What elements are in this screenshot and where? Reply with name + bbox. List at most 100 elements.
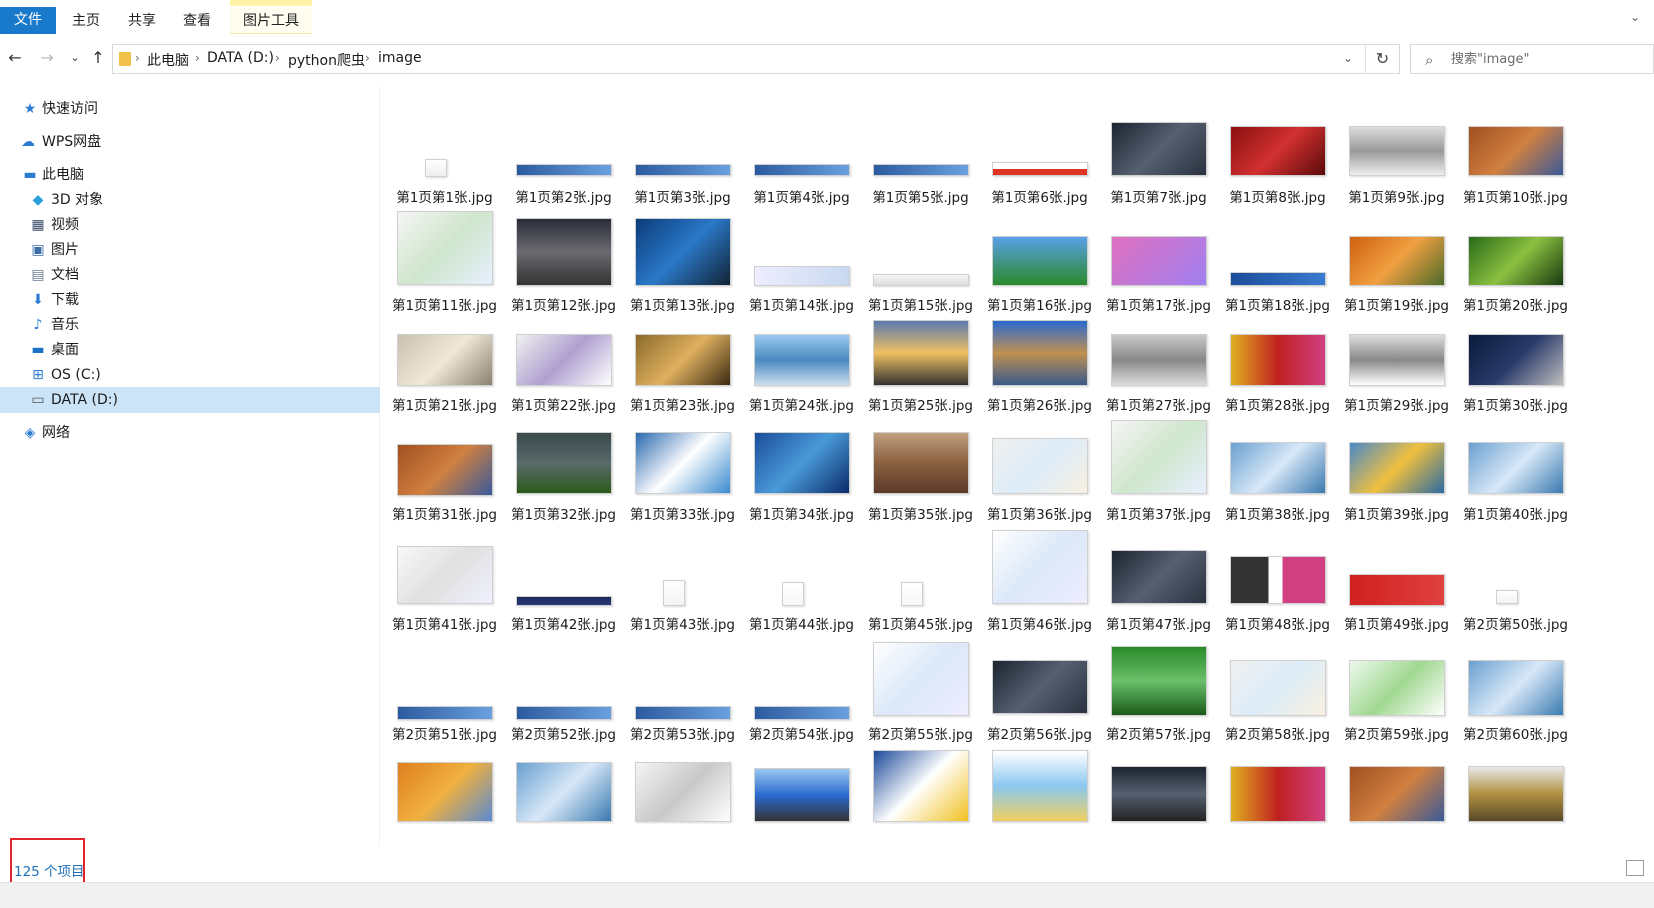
file-name[interactable]: 第1页第38张.jpg bbox=[1215, 503, 1340, 523]
file-name[interactable]: 第2页第52张.jpg bbox=[501, 723, 626, 743]
tab-file[interactable]: 文件 bbox=[0, 7, 56, 34]
recent-locations-chevron-icon[interactable]: ⌄ bbox=[66, 49, 84, 67]
file-thumbnail[interactable] bbox=[782, 582, 804, 606]
file-thumbnail[interactable] bbox=[992, 438, 1088, 494]
file-name[interactable]: 第1页第3张.jpg bbox=[620, 186, 745, 206]
file-thumbnail[interactable] bbox=[1111, 122, 1207, 176]
file-name[interactable]: 第1页第5张.jpg bbox=[858, 186, 983, 206]
file-thumbnail[interactable] bbox=[873, 432, 969, 494]
file-thumbnail[interactable] bbox=[873, 274, 969, 286]
file-thumbnail[interactable] bbox=[1111, 334, 1207, 386]
file-name[interactable]: 第1页第33张.jpg bbox=[620, 503, 745, 523]
address-dropdown-chevron-icon[interactable]: ⌄ bbox=[1343, 51, 1353, 65]
file-thumbnail[interactable] bbox=[397, 546, 493, 604]
file-thumbnail[interactable] bbox=[635, 706, 731, 720]
file-name[interactable]: 第1页第1张.jpg bbox=[385, 186, 507, 206]
file-name[interactable]: 第2页第54张.jpg bbox=[739, 723, 864, 743]
file-name[interactable]: 第1页第11张.jpg bbox=[385, 294, 507, 314]
file-thumbnail[interactable] bbox=[1349, 766, 1445, 822]
file-thumbnail[interactable] bbox=[635, 334, 731, 386]
file-thumbnail[interactable] bbox=[516, 596, 612, 606]
file-name[interactable]: 第1页第9张.jpg bbox=[1334, 186, 1459, 206]
file-name[interactable]: 第1页第32张.jpg bbox=[501, 503, 626, 523]
refresh-icon[interactable]: ↻ bbox=[1365, 45, 1399, 73]
file-thumbnail[interactable] bbox=[425, 159, 447, 177]
file-name[interactable]: 第1页第2张.jpg bbox=[501, 186, 626, 206]
sidebar-item-network[interactable]: ◈ 网络 bbox=[0, 420, 380, 446]
file-thumbnail[interactable] bbox=[1349, 574, 1445, 606]
file-thumbnail[interactable] bbox=[1468, 442, 1564, 494]
file-thumbnail[interactable] bbox=[635, 432, 731, 494]
file-name[interactable]: 第1页第48张.jpg bbox=[1215, 613, 1340, 633]
file-thumbnail[interactable] bbox=[1349, 660, 1445, 716]
file-thumbnail[interactable] bbox=[754, 432, 850, 494]
tab-view[interactable]: 查看 bbox=[173, 8, 221, 34]
file-thumbnail[interactable] bbox=[873, 164, 969, 176]
file-name[interactable]: 第1页第23张.jpg bbox=[620, 394, 745, 414]
file-thumbnail[interactable] bbox=[397, 211, 493, 285]
file-name[interactable]: 第1页第40张.jpg bbox=[1453, 503, 1578, 523]
breadcrumb-image-folder[interactable]: image bbox=[378, 50, 422, 66]
sidebar-item-desktop[interactable]: ▬ 桌面 bbox=[0, 337, 380, 363]
file-thumbnail[interactable] bbox=[1468, 766, 1564, 822]
file-thumbnail[interactable] bbox=[1468, 236, 1564, 286]
file-thumbnail[interactable] bbox=[1111, 420, 1207, 494]
file-name[interactable]: 第2页第56张.jpg bbox=[977, 723, 1102, 743]
file-thumbnail[interactable] bbox=[1468, 660, 1564, 716]
sidebar-item-this-pc[interactable]: ▬ 此电脑 bbox=[0, 162, 380, 188]
file-thumbnail[interactable] bbox=[1230, 660, 1326, 716]
file-name[interactable]: 第1页第8张.jpg bbox=[1215, 186, 1340, 206]
file-thumbnail[interactable] bbox=[635, 164, 731, 176]
breadcrumb-separator-icon[interactable]: › bbox=[135, 51, 140, 65]
file-thumbnail[interactable] bbox=[1468, 126, 1564, 176]
file-name[interactable]: 第1页第25张.jpg bbox=[858, 394, 983, 414]
file-thumbnail[interactable] bbox=[516, 164, 612, 176]
address-bar[interactable]: › 此电脑 › DATA (D:) › python爬虫 › image ⌄ ↻ bbox=[112, 44, 1400, 74]
file-name[interactable]: 第1页第21张.jpg bbox=[385, 394, 507, 414]
file-name[interactable]: 第2页第59张.jpg bbox=[1334, 723, 1459, 743]
file-name[interactable]: 第1页第19张.jpg bbox=[1334, 294, 1459, 314]
file-thumbnail[interactable] bbox=[397, 706, 493, 720]
file-thumbnail[interactable] bbox=[992, 162, 1088, 176]
file-thumbnail[interactable] bbox=[1349, 236, 1445, 286]
file-name[interactable]: 第1页第34张.jpg bbox=[739, 503, 864, 523]
file-name[interactable]: 第1页第29张.jpg bbox=[1334, 394, 1459, 414]
file-thumbnail[interactable] bbox=[1230, 556, 1326, 604]
file-name[interactable]: 第1页第22张.jpg bbox=[501, 394, 626, 414]
sidebar-item-music[interactable]: ♪ 音乐 bbox=[0, 312, 380, 338]
file-name[interactable]: 第1页第35张.jpg bbox=[858, 503, 983, 523]
file-name[interactable]: 第1页第4张.jpg bbox=[739, 186, 864, 206]
file-thumbnail[interactable] bbox=[754, 334, 850, 386]
file-name[interactable]: 第1页第30张.jpg bbox=[1453, 394, 1578, 414]
file-thumbnail[interactable] bbox=[754, 706, 850, 720]
file-thumbnail[interactable] bbox=[1230, 334, 1326, 386]
sidebar-item-videos[interactable]: ▦ 视频 bbox=[0, 212, 380, 238]
file-thumbnail[interactable] bbox=[1230, 272, 1326, 286]
file-thumbnail[interactable] bbox=[635, 762, 731, 822]
file-thumbnail[interactable] bbox=[992, 660, 1088, 714]
sidebar-item-os-c[interactable]: ⊞ OS (C:) bbox=[0, 362, 380, 388]
sidebar-item-pictures[interactable]: ▣ 图片 bbox=[0, 237, 380, 263]
file-thumbnail[interactable] bbox=[1468, 334, 1564, 386]
file-name[interactable]: 第1页第13张.jpg bbox=[620, 294, 745, 314]
tab-picture-tools[interactable]: 图片工具 bbox=[230, 8, 312, 34]
breadcrumb-data-drive[interactable]: DATA (D:) bbox=[207, 50, 274, 66]
file-thumbnail[interactable] bbox=[516, 432, 612, 494]
file-name[interactable]: 第1页第46张.jpg bbox=[977, 613, 1102, 633]
file-thumbnail[interactable] bbox=[663, 580, 685, 606]
file-name[interactable]: 第1页第27张.jpg bbox=[1096, 394, 1221, 414]
file-thumbnail[interactable] bbox=[1111, 236, 1207, 286]
sidebar-item-3d-objects[interactable]: ◆ 3D 对象 bbox=[0, 187, 380, 213]
file-thumbnail[interactable] bbox=[873, 750, 969, 822]
file-thumbnail[interactable] bbox=[1349, 334, 1445, 386]
file-name[interactable]: 第1页第14张.jpg bbox=[739, 294, 864, 314]
file-thumbnail[interactable] bbox=[992, 750, 1088, 822]
file-name[interactable]: 第2页第51张.jpg bbox=[385, 723, 507, 743]
file-name[interactable]: 第2页第60张.jpg bbox=[1453, 723, 1578, 743]
breadcrumb-separator-icon[interactable]: › bbox=[195, 51, 200, 65]
file-name[interactable]: 第1页第6张.jpg bbox=[977, 186, 1102, 206]
file-name[interactable]: 第1页第45张.jpg bbox=[858, 613, 983, 633]
file-name[interactable]: 第1页第37张.jpg bbox=[1096, 503, 1221, 523]
details-view-icon[interactable] bbox=[1626, 860, 1644, 876]
file-name[interactable]: 第2页第50张.jpg bbox=[1453, 613, 1578, 633]
